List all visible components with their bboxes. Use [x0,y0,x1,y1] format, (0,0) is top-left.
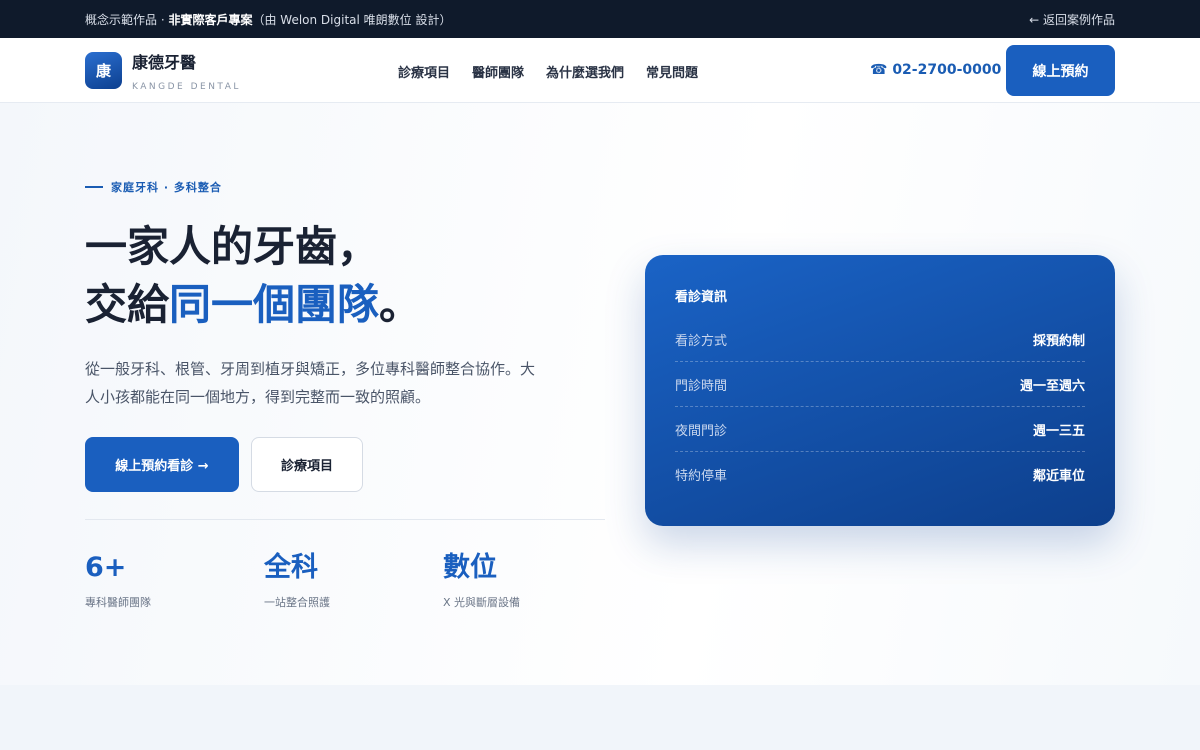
clinic-info-card: 看診資訊 看診方式 採預約制 門診時間 週一至週六 夜間門診 週一三五 特約停車… [645,255,1115,526]
eyebrow-text: 家庭牙科 · 多科整合 [111,181,222,194]
services-button[interactable]: 診療項目 [251,437,363,492]
nav-item-why-us[interactable]: 為什麼選我們 [546,62,624,81]
notice-suffix: （由 Welon Digital 唯朗數位 設計） [252,12,452,27]
headline-line-2-prefix: 交給 [85,280,170,329]
notice-bold: 非實際客戶專案 [168,12,253,27]
stat-doctors: 6+ 專科醫師團隊 [85,551,151,610]
headline-line-2-suffix: 。 [379,280,422,329]
info-row-value: 鄰近車位 [1032,469,1085,484]
stat-label: 一站整合照護 [264,596,330,609]
info-row-value: 週一至週六 [1019,378,1085,394]
info-row-value: 週一三五 [1032,423,1085,439]
site-header: 康 康德牙醫 KANGDE DENTAL 診療項目 醫師團隊 為什麼選我們 常見… [0,38,1200,103]
hero-section: 家庭牙科 · 多科整合 一家人的牙齒， 交給同一個團隊。 從一般牙科、根管、牙周… [0,103,1200,685]
stat-value: 6+ [85,552,127,583]
main-nav: 診療項目 醫師團隊 為什麼選我們 常見問題 [398,62,698,81]
info-row: 看診方式 採預約制 [675,317,1085,362]
info-row: 特約停車 鄰近車位 [675,452,1085,497]
stat-label: X 光與斷層設備 [443,596,521,609]
logo-name[interactable]: 康德牙醫 [132,49,196,73]
logo-icon[interactable]: 康 [85,52,122,89]
hero-description: 從一般牙科、根管、牙周到植牙與矯正，多位專科醫師整合協作。大人小孩都能在同一個地… [85,360,536,406]
nav-item-faq[interactable]: 常見問題 [646,62,698,81]
info-row-key: 夜間門診 [675,423,728,439]
online-booking-button[interactable]: 線上預約 [1006,45,1115,96]
hero-eyebrow: 家庭牙科 · 多科整合 [85,179,222,195]
nav-item-doctors[interactable]: 醫師團隊 [472,62,524,81]
info-row-key: 特約停車 [675,469,728,484]
stats-divider [85,519,605,520]
info-row: 門診時間 週一至週六 [675,362,1085,407]
back-to-portfolio-link[interactable]: ← 返回案例作品 [1029,11,1115,28]
card-title: 看診資訊 [675,290,728,305]
stat-value: 全科 [264,552,318,583]
headline-accent: 同一個團隊 [169,280,380,329]
info-row-key: 看診方式 [675,333,728,349]
headline-line-1: 一家人的牙齒， [85,222,380,271]
hero-headline: 一家人的牙齒， 交給同一個團隊。 [85,218,421,334]
top-notice-bar: 概念示範作品 · 非實際客戶專案（由 Welon Digital 唯朗數位 設計… [0,0,1200,38]
next-section-edge [0,685,1200,750]
info-row-value: 採預約制 [1032,333,1085,349]
book-appointment-button[interactable]: 線上預約看診 → [85,437,239,492]
concept-notice: 概念示範作品 · 非實際客戶專案（由 Welon Digital 唯朗數位 設計… [85,11,451,28]
stat-full-service: 全科 一站整合照護 [264,551,330,610]
stat-label: 專科醫師團隊 [85,596,151,609]
nav-item-services[interactable]: 診療項目 [398,62,450,81]
info-row: 夜間門診 週一三五 [675,407,1085,452]
phone-link[interactable]: ☎ 02-2700-0000 [870,62,1001,78]
notice-prefix: 概念示範作品 · [85,12,169,27]
stat-value: 數位 [443,552,497,583]
info-row-key: 門診時間 [675,378,728,394]
card-rows: 看診方式 採預約制 門診時間 週一至週六 夜間門診 週一三五 特約停車 鄰近車位 [675,317,1085,497]
stat-digital: 數位 X 光與斷層設備 [443,551,520,610]
logo-subtitle: KANGDE DENTAL [132,82,241,92]
eyebrow-line [85,186,103,188]
